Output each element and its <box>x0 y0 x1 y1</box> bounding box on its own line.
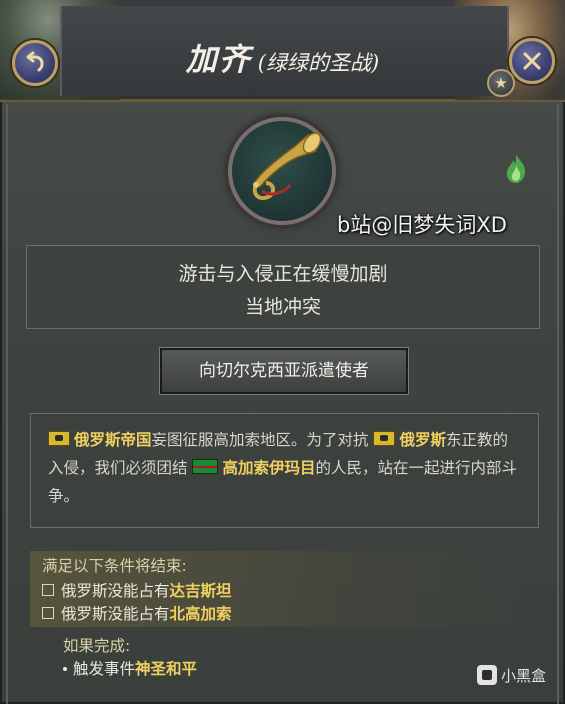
favorite-button[interactable]: ★ <box>487 69 515 97</box>
event-panel: 加齐 (绿绿的圣战) ★ b站@旧梦失词XD 游击与入侵正在缓慢加剧 当地冲突 … <box>0 0 565 704</box>
info-text-box: 俄罗斯帝国妄图征服高加索地区。为了对抗 俄罗斯东正教的入侵，我们必须团结 高加索… <box>30 413 539 528</box>
close-button[interactable] <box>509 38 555 84</box>
description-line-1: 游击与入侵正在缓慢加剧 <box>178 263 388 285</box>
bullet-icon <box>63 667 67 671</box>
checkbox-icon <box>42 607 54 619</box>
event-description: 游击与入侵正在缓慢加剧 当地冲突 <box>26 245 540 329</box>
condition-target-dagestan[interactable]: 达吉斯坦 <box>170 582 232 600</box>
star-icon: ★ <box>494 74 508 92</box>
condition-row: 俄罗斯没能占有北高加索 <box>42 602 232 624</box>
country-link-russia[interactable]: 俄罗斯 <box>399 431 446 449</box>
country-link-caucasus-imamate[interactable]: 高加索伊玛目 <box>222 459 315 477</box>
site-logo-icon <box>477 665 497 685</box>
green-flame-icon <box>503 152 529 184</box>
title-subtitle: (绿绿的圣战) <box>257 51 380 75</box>
russia-flag-icon <box>373 431 396 446</box>
back-button[interactable] <box>12 40 58 86</box>
completion-row: 触发事件神圣和平 <box>63 657 197 679</box>
russia-flag-icon <box>48 431 70 446</box>
checkbox-icon <box>42 584 54 596</box>
title-main: 加齐 <box>185 42 252 78</box>
completion-prefix: 触发事件 <box>73 660 136 678</box>
watermark-text: b站@旧梦失词XD <box>337 213 507 237</box>
completion-title: 如果完成: <box>63 637 131 655</box>
site-watermark-text: 小黑盒 <box>501 667 547 685</box>
bugle-horn-icon <box>252 132 322 200</box>
site-watermark: 小黑盒 <box>477 665 546 686</box>
condition-prefix: 俄罗斯没能占有 <box>61 605 170 623</box>
send-envoy-button[interactable]: 向切尔克西亚派遣使者 <box>159 347 409 395</box>
description-line-2: 当地冲突 <box>244 296 321 318</box>
condition-prefix: 俄罗斯没能占有 <box>61 582 170 600</box>
header: 加齐 (绿绿的圣战) ★ <box>0 0 565 102</box>
condition-row: 俄罗斯没能占有达吉斯坦 <box>42 579 232 601</box>
page-title: 加齐 (绿绿的圣战) <box>0 34 565 79</box>
imamate-flag-icon <box>192 459 219 474</box>
condition-target-north-caucasus[interactable]: 北高加索 <box>170 605 232 623</box>
emblem-medallion <box>228 117 336 225</box>
info-text-1: 妄图征服高加索地区。为了对抗 <box>151 431 369 449</box>
conditions-title: 满足以下条件将结束: <box>42 557 187 575</box>
close-icon <box>523 52 541 70</box>
back-arrow-icon <box>26 51 44 72</box>
completion-event-link[interactable]: 神圣和平 <box>135 660 197 678</box>
country-link-russian-empire[interactable]: 俄罗斯帝国 <box>74 431 152 449</box>
